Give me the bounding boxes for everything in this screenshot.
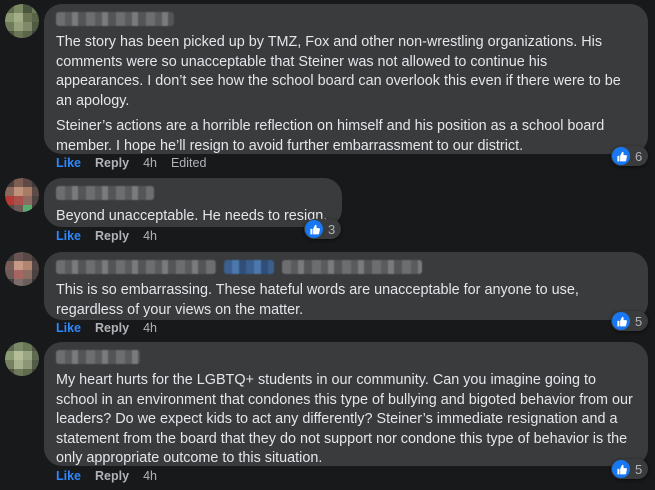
comment-paragraph: Steiner’s actions are a horrible reflect… <box>56 118 605 154</box>
like-link[interactable]: Like <box>56 156 81 170</box>
reaction-count-badge[interactable]: 5 <box>611 311 649 331</box>
comment-paragraph: Beyond unacceptable. He needs to resign. <box>56 208 328 224</box>
timestamp[interactable]: 4h <box>143 469 157 483</box>
avatar[interactable] <box>5 4 39 38</box>
comment-actions: Like Reply 4h <box>56 321 157 335</box>
timestamp[interactable]: 4h <box>143 321 157 335</box>
commenter-name-redacted[interactable] <box>56 260 636 274</box>
reply-link[interactable]: Reply <box>95 321 129 335</box>
comment-bubble: This is so embarrassing. These hateful w… <box>44 252 648 320</box>
comment-bubble: The story has been picked up by TMZ, Fox… <box>44 4 648 154</box>
comment-paragraph: My heart hurts for the LGBTQ+ students i… <box>56 372 633 466</box>
comment-text: Beyond unacceptable. He needs to resign. <box>56 207 330 227</box>
reaction-count: 3 <box>328 221 336 237</box>
avatar[interactable] <box>5 342 39 376</box>
comment-thread: The story has been picked up by TMZ, Fox… <box>0 0 655 490</box>
comment-bubble: Beyond unacceptable. He needs to resign. <box>44 178 342 227</box>
comment-paragraph: The story has been picked up by TMZ, Fox… <box>56 34 621 109</box>
reaction-count: 5 <box>635 313 643 329</box>
commenter-name-redacted[interactable] <box>56 12 174 26</box>
commenter-name-redacted[interactable] <box>56 350 140 364</box>
timestamp[interactable]: 4h <box>143 156 157 170</box>
timestamp[interactable]: 4h <box>143 229 157 243</box>
comment-bubble: My heart hurts for the LGBTQ+ students i… <box>44 342 648 466</box>
reaction-count-badge[interactable]: 6 <box>611 146 649 166</box>
like-link[interactable]: Like <box>56 229 81 243</box>
like-icon <box>612 312 630 330</box>
like-link[interactable]: Like <box>56 321 81 335</box>
reply-link[interactable]: Reply <box>95 156 129 170</box>
comment-paragraph: This is so embarrassing. These hateful w… <box>56 282 579 318</box>
reaction-count: 5 <box>635 461 643 477</box>
comment-actions: Like Reply 4h <box>56 469 157 483</box>
comment-text: My heart hurts for the LGBTQ+ students i… <box>56 371 636 469</box>
edited-label[interactable]: Edited <box>171 156 206 170</box>
reaction-count-badge[interactable]: 3 <box>304 219 342 239</box>
reaction-count-badge[interactable]: 5 <box>611 459 649 479</box>
reply-link[interactable]: Reply <box>95 469 129 483</box>
comment-text: The story has been picked up by TMZ, Fox… <box>56 33 636 156</box>
reply-link[interactable]: Reply <box>95 229 129 243</box>
reaction-count: 6 <box>635 148 643 164</box>
avatar[interactable] <box>5 252 39 286</box>
comment-actions: Like Reply 4h Edited <box>56 156 206 170</box>
like-icon <box>305 220 323 238</box>
like-icon <box>612 460 630 478</box>
avatar[interactable] <box>5 178 39 212</box>
like-icon <box>612 147 630 165</box>
like-link[interactable]: Like <box>56 469 81 483</box>
comment-actions: Like Reply 4h <box>56 229 157 243</box>
commenter-name-redacted[interactable] <box>56 186 154 200</box>
comment-text: This is so embarrassing. These hateful w… <box>56 281 636 320</box>
